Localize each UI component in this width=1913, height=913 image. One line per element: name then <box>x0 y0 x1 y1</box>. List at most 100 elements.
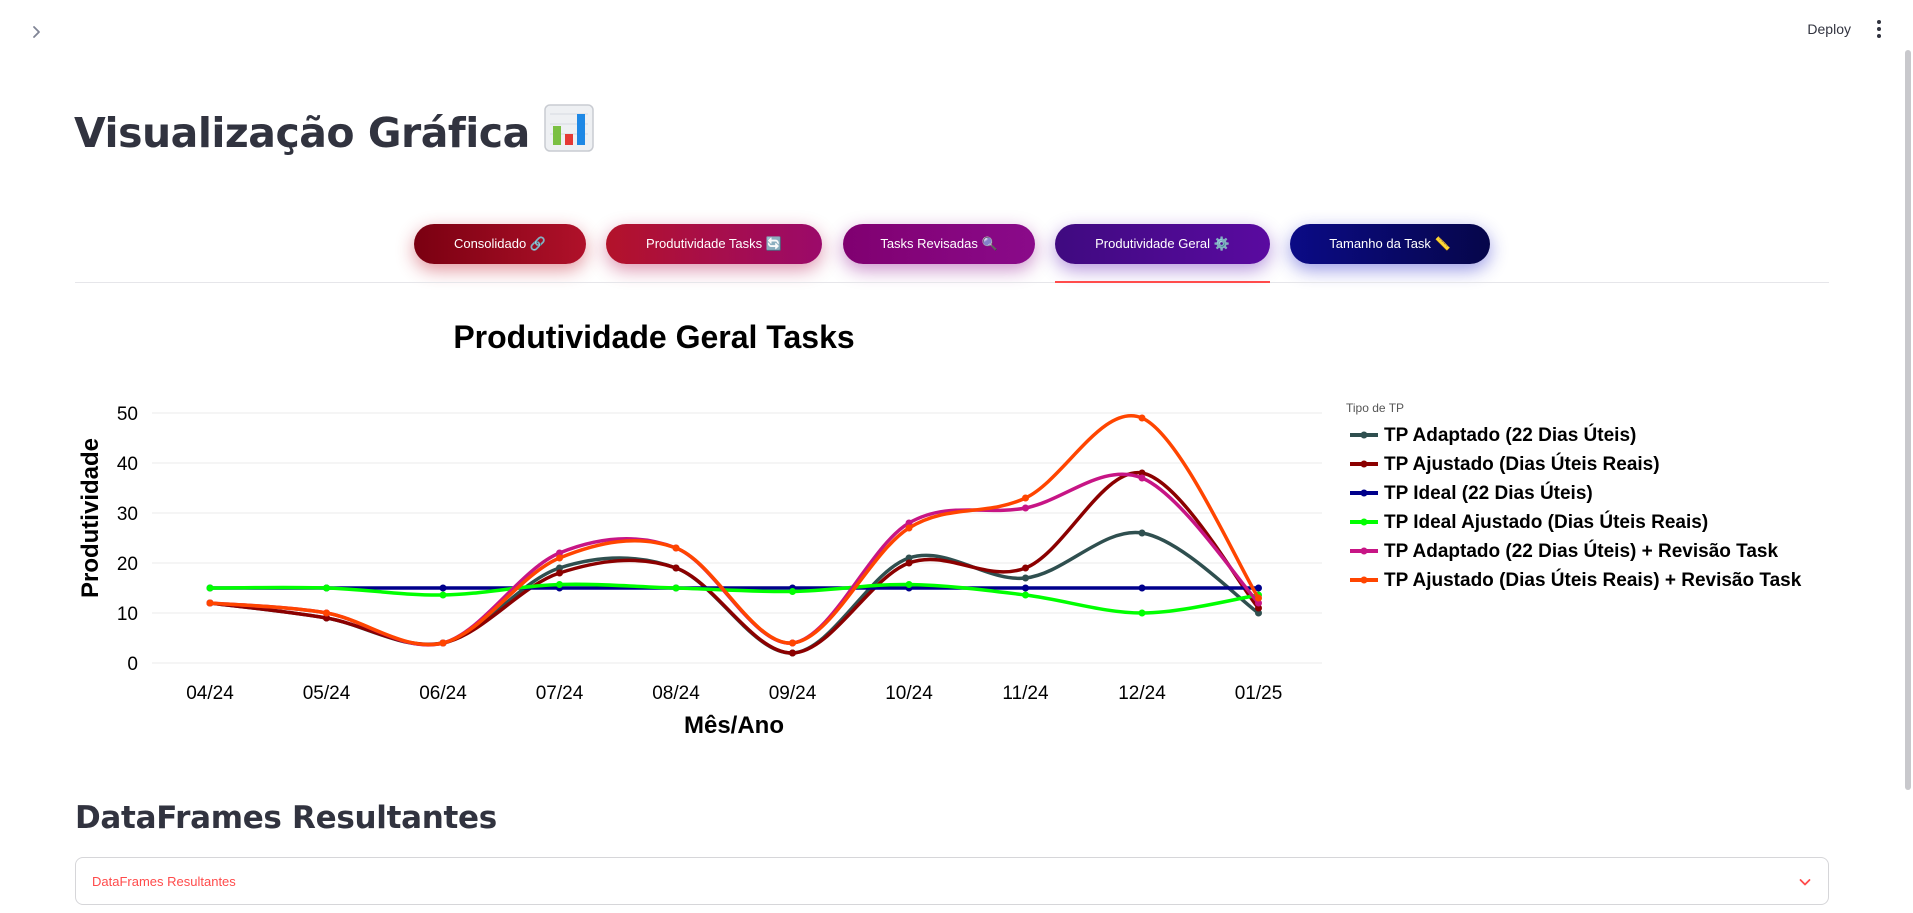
data-point <box>1138 609 1146 617</box>
legend-marker <box>1360 547 1368 555</box>
x-axis-label: Mês/Ano <box>684 712 784 739</box>
legend-item[interactable]: TP Ajustado (Dias Úteis Reais) + Revisão… <box>1350 569 1802 591</box>
data-point <box>1022 591 1029 599</box>
data-point <box>556 569 563 577</box>
data-point <box>556 581 563 588</box>
data-point <box>439 591 447 599</box>
toolbar: Deploy <box>1807 18 1885 40</box>
chart-grid <box>152 412 1322 664</box>
x-tick-label: 10/24 <box>885 683 933 704</box>
y-axis-label: Produtividade <box>77 438 104 598</box>
data-point <box>323 584 330 592</box>
tab-produtividade-tasks[interactable]: Produtividade Tasks 🔄 <box>606 224 822 264</box>
series-line <box>208 472 1261 647</box>
y-axis-ticks: 0 10 20 30 40 50 <box>117 404 138 675</box>
legend-item[interactable]: TP Adaptado (22 Dias Úteis) + Revisão Ta… <box>1350 540 1778 562</box>
data-point <box>1022 504 1029 512</box>
legend-item[interactable]: TP Adaptado (22 Dias Úteis) <box>1350 424 1636 446</box>
page-title-text: Visualização Gráfica <box>74 109 530 157</box>
data-point <box>672 564 680 572</box>
tab-consolidado[interactable]: Consolidado 🔗 <box>414 224 586 264</box>
x-tick-label: 06/24 <box>419 683 467 704</box>
data-point <box>1138 584 1146 592</box>
line-chart: Produtividade Geral Tasks 04/24 05/24 06/2… <box>0 300 1913 750</box>
x-tick-label: 12/24 <box>1118 683 1166 704</box>
tab-label: Produtividade Tasks 🔄 <box>646 236 782 251</box>
legend-label: TP Adaptado (22 Dias Úteis) + Revisão Ta… <box>1384 540 1778 562</box>
data-point <box>905 581 913 588</box>
data-point <box>556 554 563 562</box>
y-tick-label: 10 <box>117 604 138 625</box>
section-title: DataFrames Resultantes <box>75 800 497 836</box>
x-tick-label: 09/24 <box>769 683 817 704</box>
y-tick-label: 20 <box>117 554 138 575</box>
legend-label: TP Adaptado (22 Dias Úteis) <box>1384 424 1636 446</box>
data-point <box>672 544 680 552</box>
tab-label: Produtividade Geral ⚙️ <box>1095 236 1230 251</box>
active-tab-indicator <box>1055 281 1270 283</box>
legend-item[interactable]: TP Ideal Ajustado (Dias Úteis Reais) <box>1350 511 1708 533</box>
legend-item[interactable]: TP Ideal (22 Dias Úteis) <box>1350 482 1593 504</box>
legend-marker <box>1360 518 1368 526</box>
data-point <box>1255 594 1262 602</box>
legend-label: TP Ideal Ajustado (Dias Úteis Reais) <box>1384 511 1708 533</box>
data-point <box>1138 474 1146 482</box>
data-point <box>323 609 330 617</box>
chevron-down-icon <box>1798 874 1812 888</box>
legend-label: TP Ajustado (Dias Úteis Reais) + Revisão… <box>1384 569 1802 591</box>
tab-tamanho-da-task[interactable]: Tamanho da Task 📏 <box>1290 224 1490 264</box>
x-tick-label: 04/24 <box>186 683 234 704</box>
data-point <box>672 584 680 592</box>
x-tick-label: 01/25 <box>1235 683 1283 704</box>
series-4 <box>206 472 1262 647</box>
data-point <box>206 584 214 592</box>
x-tick-label: 05/24 <box>303 683 351 704</box>
page-title: Visualização Gráfica <box>74 104 594 162</box>
series-0 <box>206 529 1262 657</box>
tab-label: Tamanho da Task 📏 <box>1329 236 1451 251</box>
data-point <box>1022 494 1029 502</box>
x-axis-ticks: 04/24 05/24 06/24 07/24 08/24 09/24 10/24 11/24… <box>186 683 1282 704</box>
data-point <box>905 524 913 532</box>
legend-marker <box>1360 576 1368 584</box>
legend-title: Tipo de TP <box>1346 401 1404 415</box>
data-point <box>1138 414 1146 422</box>
expander-label: DataFrames Resultantes <box>92 873 236 889</box>
tab-tasks-revisadas[interactable]: Tasks Revisadas 🔍 <box>843 224 1035 264</box>
legend-label: TP Ajustado (Dias Úteis Reais) <box>1384 453 1660 475</box>
chart-title: Produtividade Geral Tasks <box>453 319 854 355</box>
legend-marker <box>1360 431 1368 439</box>
data-point <box>439 639 447 647</box>
x-tick-label: 11/24 <box>1002 683 1049 704</box>
chart-legend: TP Adaptado (22 Dias Úteis) TP Ajustado (… <box>1350 424 1802 591</box>
dataframes-expander[interactable]: DataFrames Resultantes <box>75 857 1829 905</box>
legend-marker <box>1360 460 1368 468</box>
legend-marker <box>1360 489 1368 497</box>
tab-produtividade-geral[interactable]: Produtividade Geral ⚙️ <box>1055 224 1270 264</box>
data-point <box>789 649 796 657</box>
data-point <box>1022 584 1029 592</box>
sidebar-expand-icon[interactable] <box>26 22 50 46</box>
y-tick-label: 0 <box>127 654 138 675</box>
main-menu-icon[interactable] <box>1873 18 1885 40</box>
bar-chart-icon <box>544 104 594 162</box>
y-tick-label: 40 <box>117 454 138 475</box>
chart-series <box>206 414 1262 657</box>
legend-label: TP Ideal (22 Dias Úteis) <box>1384 482 1593 504</box>
deploy-button[interactable]: Deploy <box>1807 21 1851 37</box>
chart-svg: Produtividade Geral Tasks 04/24 05/24 06/2… <box>77 319 1802 739</box>
series-5 <box>206 414 1262 647</box>
x-tick-label: 07/24 <box>536 683 584 704</box>
data-point <box>789 588 796 595</box>
data-point <box>1138 529 1146 537</box>
legend-item[interactable]: TP Ajustado (Dias Úteis Reais) <box>1350 453 1660 475</box>
data-point <box>439 584 447 592</box>
tab-label: Tasks Revisadas 🔍 <box>880 236 998 251</box>
data-point <box>905 559 913 567</box>
tab-label: Consolidado 🔗 <box>453 236 547 251</box>
data-point <box>206 599 214 607</box>
x-tick-label: 08/24 <box>652 683 700 704</box>
y-tick-label: 30 <box>117 504 138 525</box>
data-point <box>1022 564 1029 572</box>
tab-divider <box>75 282 1829 283</box>
